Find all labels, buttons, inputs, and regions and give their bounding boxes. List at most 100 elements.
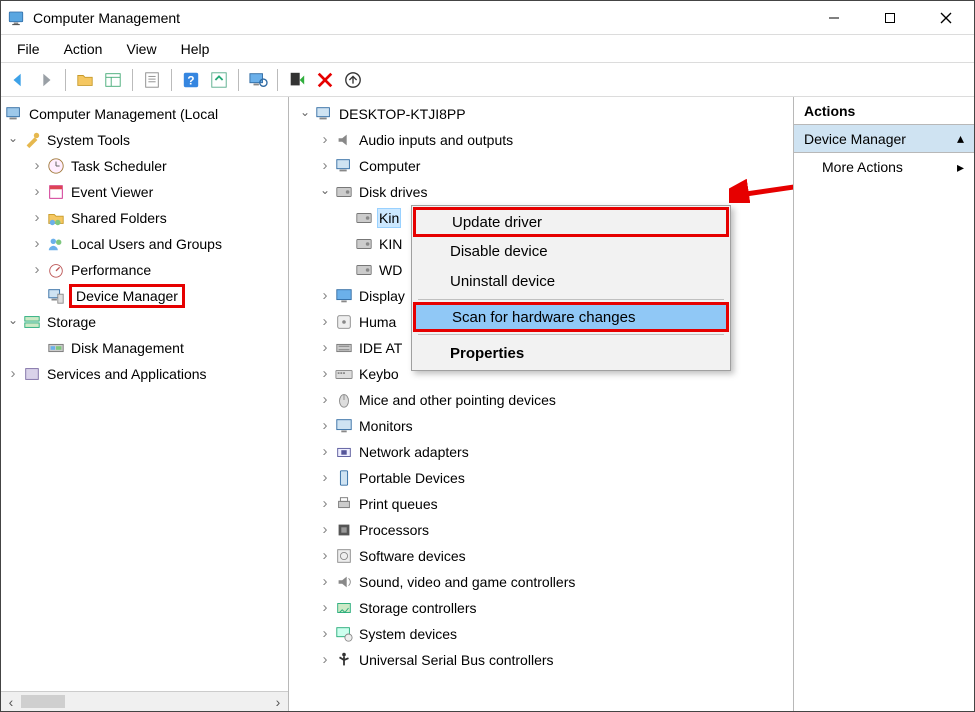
left-pane: Computer Management (Local System Tools … <box>1 97 289 711</box>
refresh-button[interactable] <box>206 67 232 93</box>
caret-icon[interactable] <box>317 392 333 408</box>
enable-device-button[interactable] <box>284 67 310 93</box>
actions-more[interactable]: More Actions ▸ <box>794 153 974 181</box>
pane-button[interactable] <box>100 67 126 93</box>
caret-icon[interactable] <box>317 522 333 538</box>
device-category[interactable]: Universal Serial Bus controllers <box>289 647 793 673</box>
caret-icon[interactable] <box>29 236 45 252</box>
delete-button[interactable] <box>312 67 338 93</box>
tree-root-compmgmt[interactable]: Computer Management (Local <box>1 101 288 127</box>
caret-icon[interactable] <box>317 132 333 148</box>
caret-icon[interactable] <box>317 626 333 642</box>
caret-icon[interactable] <box>29 262 45 278</box>
tree-label: Mice and other pointing devices <box>357 390 558 410</box>
minimize-button[interactable] <box>806 1 862 35</box>
device-category[interactable]: Print queues <box>289 491 793 517</box>
caret-icon[interactable] <box>5 366 21 382</box>
menu-action[interactable]: Action <box>52 37 115 61</box>
tree-disk-mgmt[interactable]: Disk Management <box>1 335 288 361</box>
device-category[interactable]: Network adapters <box>289 439 793 465</box>
actions-header: Actions <box>794 97 974 125</box>
caret-icon[interactable] <box>317 314 333 330</box>
context-menu-item[interactable]: Properties <box>414 338 728 368</box>
caret-icon[interactable] <box>317 574 333 590</box>
update-driver-button[interactable] <box>340 67 366 93</box>
left-horizontal-scrollbar[interactable]: ‹ › <box>1 691 288 711</box>
device-category[interactable]: Storage controllers <box>289 595 793 621</box>
device-category[interactable]: Disk drives <box>289 179 793 205</box>
tree-label: IDE AT <box>357 338 404 358</box>
device-category[interactable]: Monitors <box>289 413 793 439</box>
menu-help[interactable]: Help <box>169 37 222 61</box>
context-menu-item[interactable]: Disable device <box>414 236 728 266</box>
actions-pane: Actions Device Manager ▴ More Actions ▸ <box>794 97 974 711</box>
caret-icon[interactable] <box>317 418 333 434</box>
tree-event-viewer[interactable]: Event Viewer <box>1 179 288 205</box>
help-button[interactable]: ? <box>178 67 204 93</box>
tree-performance[interactable]: Performance <box>1 257 288 283</box>
device-category[interactable]: System devices <box>289 621 793 647</box>
menu-file[interactable]: File <box>5 37 52 61</box>
device-category[interactable]: Sound, video and game controllers <box>289 569 793 595</box>
context-menu-item[interactable]: Scan for hardware changes <box>413 302 729 332</box>
maximize-button[interactable] <box>862 1 918 35</box>
device-category[interactable]: Audio inputs and outputs <box>289 127 793 153</box>
toolbar: ? <box>1 63 974 97</box>
device-category[interactable]: Portable Devices <box>289 465 793 491</box>
device-category[interactable]: Software devices <box>289 543 793 569</box>
device-category[interactable]: Processors <box>289 517 793 543</box>
device-tree[interactable]: DESKTOP-KTJI8PP Audio inputs and outputs… <box>289 97 793 677</box>
tree-shared-folders[interactable]: Shared Folders <box>1 205 288 231</box>
scroll-right-arrow[interactable]: › <box>268 692 288 711</box>
nav-forward-button[interactable] <box>33 67 59 93</box>
caret-icon[interactable] <box>317 184 333 200</box>
actions-item-label: More Actions <box>822 159 903 175</box>
scroll-track[interactable] <box>65 692 268 711</box>
caret-icon[interactable] <box>317 158 333 174</box>
toolbar-separator <box>277 69 278 91</box>
tree-system-tools[interactable]: System Tools <box>1 127 288 153</box>
caret-icon[interactable] <box>29 158 45 174</box>
caret-icon[interactable] <box>317 548 333 564</box>
caret-icon[interactable] <box>317 366 333 382</box>
left-tree[interactable]: Computer Management (Local System Tools … <box>1 97 288 391</box>
close-button[interactable] <box>918 1 974 35</box>
caret-icon[interactable] <box>5 314 21 330</box>
tree-label: Storage <box>45 312 98 332</box>
device-category[interactable]: Mice and other pointing devices <box>289 387 793 413</box>
device-root[interactable]: DESKTOP-KTJI8PP <box>289 101 793 127</box>
caret-icon[interactable] <box>5 132 21 148</box>
tree-storage[interactable]: Storage <box>1 309 288 335</box>
scan-button[interactable] <box>245 67 271 93</box>
tree-services-apps[interactable]: Services and Applications <box>1 361 288 387</box>
caret-icon[interactable] <box>317 288 333 304</box>
tree-label: Computer <box>357 156 422 176</box>
tree-task-scheduler[interactable]: Task Scheduler <box>1 153 288 179</box>
actions-group[interactable]: Device Manager ▴ <box>794 125 974 153</box>
context-menu-item[interactable]: Uninstall device <box>414 266 728 296</box>
context-separator <box>418 299 724 300</box>
scroll-thumb[interactable] <box>21 695 65 708</box>
caret-icon[interactable] <box>317 470 333 486</box>
context-menu-item[interactable]: Update driver <box>413 207 729 237</box>
caret-icon[interactable] <box>317 444 333 460</box>
caret-icon[interactable] <box>297 106 313 122</box>
scroll-left-arrow[interactable]: ‹ <box>1 692 21 711</box>
tree-label: Network adapters <box>357 442 471 462</box>
caret-icon[interactable] <box>317 340 333 356</box>
storage-icon <box>335 599 353 617</box>
properties-button[interactable] <box>139 67 165 93</box>
caret-icon[interactable] <box>29 184 45 200</box>
device-category[interactable]: Computer <box>289 153 793 179</box>
nav-back-button[interactable] <box>5 67 31 93</box>
caret-icon[interactable] <box>29 210 45 226</box>
tree-label: Performance <box>69 260 153 280</box>
tree-local-users[interactable]: Local Users and Groups <box>1 231 288 257</box>
caret-icon[interactable] <box>317 496 333 512</box>
tree-label: Software devices <box>357 546 468 566</box>
folder-button[interactable] <box>72 67 98 93</box>
tree-device-manager[interactable]: Device Manager <box>1 283 288 309</box>
caret-icon[interactable] <box>317 652 333 668</box>
menu-view[interactable]: View <box>114 37 168 61</box>
caret-icon[interactable] <box>317 600 333 616</box>
